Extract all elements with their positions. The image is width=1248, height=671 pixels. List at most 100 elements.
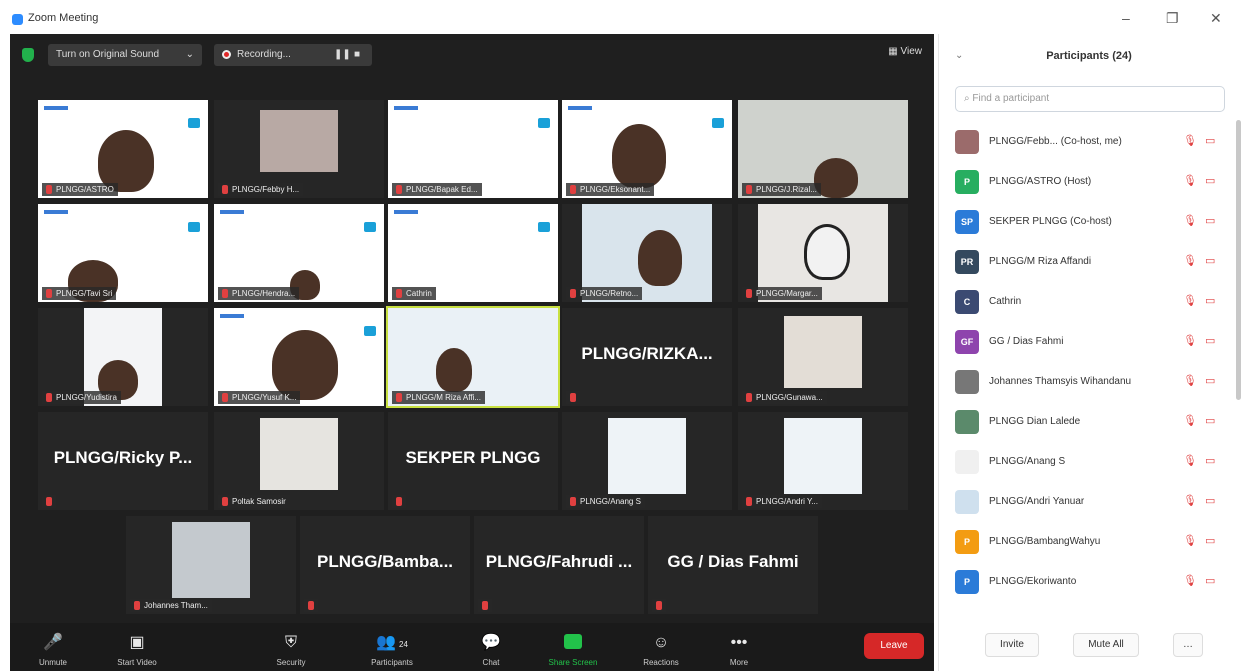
video-tile[interactable]: PLNGG/Gunawa... <box>738 308 908 406</box>
video-off-icon[interactable]: ▭ <box>1205 534 1215 547</box>
leave-button[interactable]: Leave <box>864 633 924 659</box>
microphone-muted-icon[interactable]: 🎙 <box>1183 494 1197 507</box>
video-tile[interactable]: PLNGG/Eksonant... <box>562 100 732 198</box>
video-off-icon[interactable]: ▭ <box>1205 374 1215 387</box>
video-off-icon[interactable]: ▭ <box>1205 134 1215 147</box>
video-off-icon[interactable]: ▭ <box>1205 454 1215 467</box>
microphone-muted-icon[interactable]: 🎙 <box>1183 174 1197 187</box>
video-tile[interactable]: PLNGG/Ricky P... <box>38 412 208 510</box>
video-tile[interactable]: PLNGG/Retno... <box>562 204 732 302</box>
participant-photo <box>784 418 862 494</box>
search-participant-input[interactable]: ⌕ Find a participant <box>955 86 1225 112</box>
video-tile[interactable]: PLNGG/ASTRO <box>38 100 208 198</box>
video-tile[interactable]: PLNGG/Andri Y... <box>738 412 908 510</box>
participant-row[interactable]: C Cathrin 🎙 ▭ <box>951 282 1231 322</box>
participant-row[interactable]: PLNGG Dian Lalede 🎙 ▭ <box>951 402 1231 442</box>
video-tile-active-speaker[interactable]: PLNGG/M Riza Affi... <box>386 306 560 408</box>
video-tile[interactable]: Johannes Tham... <box>126 516 296 614</box>
video-tile[interactable]: PLNGG/Bamba... <box>300 516 470 614</box>
participant-row[interactable]: PLNGG/Andri Yanuar 🎙 ▭ <box>951 482 1231 522</box>
participant-name: PLNGG/Anang S <box>989 456 1066 467</box>
video-tile[interactable]: PLNGG/Hendra... <box>214 204 384 302</box>
video-tile[interactable]: Cathrin <box>388 204 558 302</box>
original-sound-button[interactable]: Turn on Original Sound ⌄ <box>48 44 202 66</box>
participant-row[interactable]: P PLNGG/ASTRO (Host) 🎙 ▭ <box>951 162 1231 202</box>
window-titlebar: Zoom Meeting – ❐ ✕ <box>0 0 1248 34</box>
slide-badge <box>712 118 724 128</box>
video-off-icon[interactable]: ▭ <box>1205 294 1215 307</box>
recording-indicator[interactable]: Recording... ❚❚ ■ <box>214 44 372 66</box>
video-off-icon[interactable]: ▭ <box>1205 494 1215 507</box>
video-tile[interactable]: Poltak Samosir <box>214 412 384 510</box>
video-tile[interactable]: SEKPER PLNGG <box>388 412 558 510</box>
mute-all-button[interactable]: Mute All <box>1073 633 1139 657</box>
security-button[interactable]: ⛨ Security <box>256 634 326 667</box>
microphone-muted-icon[interactable]: 🎙 <box>1183 374 1197 387</box>
view-button[interactable]: ▦ View <box>888 46 922 57</box>
microphone-muted-icon[interactable]: 🎙 <box>1183 534 1197 547</box>
video-tile[interactable]: PLNGG/Febby H... <box>214 100 384 198</box>
participant-row[interactable]: PLNGG/Febb... (Co-host, me) 🎙 ▭ <box>951 122 1231 162</box>
restore-icon[interactable]: ❐ <box>1166 10 1179 27</box>
participant-row[interactable]: Johannes Thamsyis Wihandanu 🎙 ▭ <box>951 362 1231 402</box>
participants-button[interactable]: 👥 24 Participants <box>352 634 432 667</box>
unmute-button[interactable]: 🎤 Unmute <box>18 634 88 667</box>
participant-name: GG / Dias Fahmi <box>989 336 1064 347</box>
reactions-button[interactable]: ☺ Reactions <box>626 634 696 667</box>
tile-name: PLNGG/Febby H... <box>218 183 304 196</box>
slide-logo <box>394 106 418 110</box>
avatar <box>955 130 979 154</box>
share-screen-button[interactable]: Share Screen <box>532 634 614 667</box>
participant-row[interactable]: GF GG / Dias Fahmi 🎙 ▭ <box>951 322 1231 362</box>
pause-icon[interactable]: ❚❚ <box>334 44 351 66</box>
mute-indicator <box>652 599 666 612</box>
close-icon[interactable]: ✕ <box>1210 10 1222 27</box>
more-options-button[interactable]: … <box>1173 633 1203 657</box>
video-off-icon[interactable]: ▭ <box>1205 254 1215 267</box>
video-tile[interactable]: PLNGG/Fahrudi ... <box>474 516 644 614</box>
start-video-button[interactable]: ▣ Start Video <box>102 634 172 667</box>
invite-button[interactable]: Invite <box>985 633 1039 657</box>
original-sound-label: Turn on Original Sound <box>56 49 160 60</box>
reactions-label: Reactions <box>643 658 679 667</box>
video-off-icon[interactable]: ▭ <box>1205 414 1215 427</box>
tile-display-name: PLNGG/Fahrudi ... <box>485 552 633 571</box>
video-tile[interactable]: PLNGG/RIZKA... <box>562 308 732 406</box>
stop-icon[interactable]: ■ <box>354 44 360 66</box>
participant-row[interactable]: SP SEKPER PLNGG (Co-host) 🎙 ▭ <box>951 202 1231 242</box>
participant-face <box>638 230 682 286</box>
microphone-muted-icon[interactable]: 🎙 <box>1183 334 1197 347</box>
participant-row[interactable]: PLNGG/Anang S 🎙 ▭ <box>951 442 1231 482</box>
tile-name: PLNGG/Bapak Ed... <box>392 183 482 196</box>
video-off-icon[interactable]: ▭ <box>1205 334 1215 347</box>
video-tile[interactable]: PLNGG/Yudistira <box>38 308 208 406</box>
panel-scrollbar[interactable] <box>1236 120 1241 400</box>
microphone-muted-icon[interactable]: 🎙 <box>1183 574 1197 587</box>
video-tile[interactable]: PLNGG/Bapak Ed... <box>388 100 558 198</box>
participant-row[interactable]: PR PLNGG/M Riza Affandi 🎙 ▭ <box>951 242 1231 282</box>
microphone-muted-icon[interactable]: 🎙 <box>1183 454 1197 467</box>
mute-indicator <box>566 391 580 404</box>
microphone-muted-icon[interactable]: 🎙 <box>1183 414 1197 427</box>
video-off-icon[interactable]: ▭ <box>1205 174 1215 187</box>
chat-button[interactable]: 💬 Chat <box>456 634 526 667</box>
video-tile[interactable]: PLNGG/Margar... <box>738 204 908 302</box>
video-tile[interactable]: PLNGG/J.Rizal... <box>738 100 908 198</box>
video-tile[interactable]: PLNGG/Tavi Sri <box>38 204 208 302</box>
microphone-muted-icon[interactable]: 🎙 <box>1183 214 1197 227</box>
participant-row[interactable]: P PLNGG/BambangWahyu 🎙 ▭ <box>951 522 1231 562</box>
video-tile[interactable]: PLNGG/Yusuf K... <box>214 308 384 406</box>
video-off-icon[interactable]: ▭ <box>1205 574 1215 587</box>
avatar <box>955 450 979 474</box>
minimize-icon[interactable]: – <box>1122 10 1130 26</box>
participant-row[interactable]: P PLNGG/Ekoriwanto 🎙 ▭ <box>951 562 1231 602</box>
video-tile[interactable]: PLNGG/Anang S <box>562 412 732 510</box>
video-off-icon[interactable]: ▭ <box>1205 214 1215 227</box>
microphone-muted-icon[interactable]: 🎙 <box>1183 134 1197 147</box>
participant-face <box>272 330 338 400</box>
microphone-muted-icon[interactable]: 🎙 <box>1183 294 1197 307</box>
video-tile[interactable]: GG / Dias Fahmi <box>648 516 818 614</box>
more-button[interactable]: ••• More <box>704 634 774 667</box>
microphone-muted-icon[interactable]: 🎙 <box>1183 254 1197 267</box>
participant-photo <box>172 522 250 598</box>
